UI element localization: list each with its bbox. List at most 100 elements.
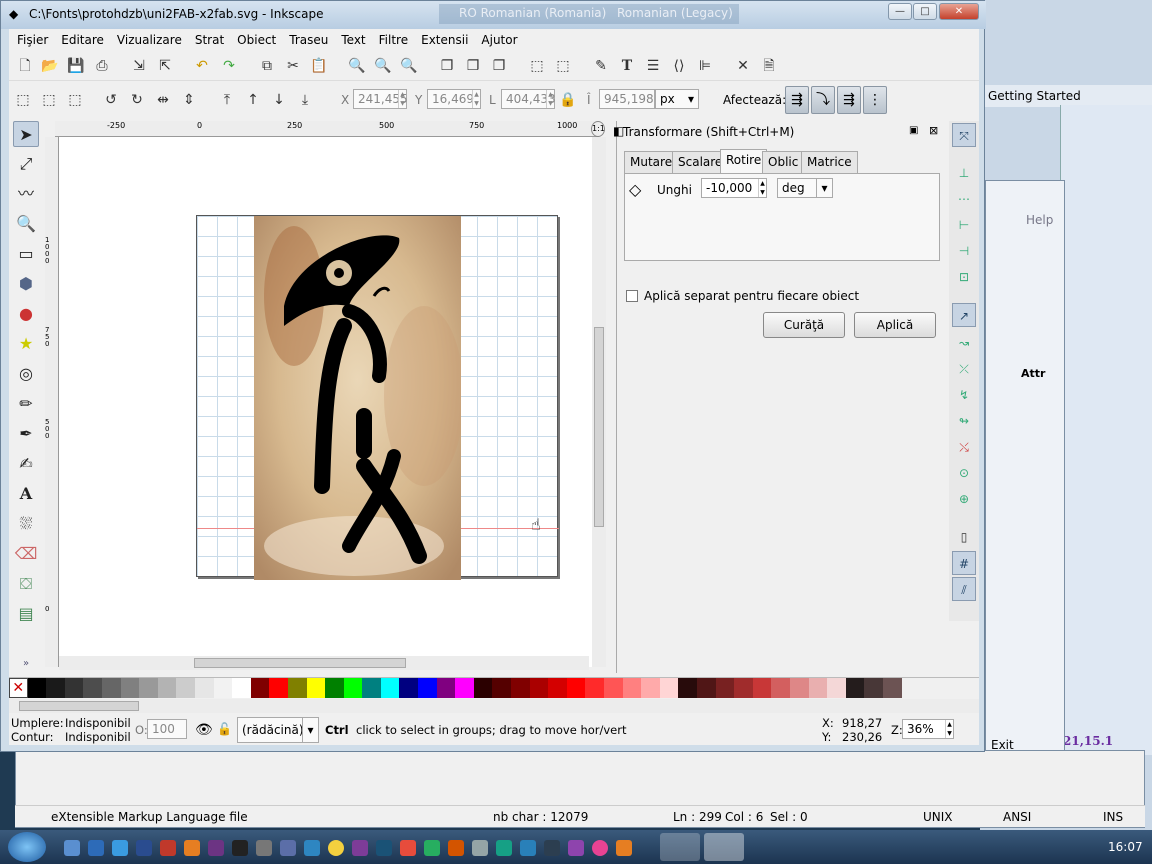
rotate-cw-icon[interactable]: ↻ <box>127 90 147 110</box>
lower-bottom-icon[interactable]: ⤓ <box>295 90 315 110</box>
language-bar[interactable]: RO Romanian (Romania) Romanian (Legacy) <box>439 4 739 24</box>
clone-icon[interactable]: ❐ <box>463 56 483 76</box>
color-swatch[interactable] <box>752 678 772 698</box>
angle-input[interactable]: -10,000 ▲ ▼ <box>701 178 767 198</box>
xml-editor-icon[interactable]: ⟨⟩ <box>669 56 689 76</box>
zoom-tool-icon[interactable]: 🔍 <box>13 211 39 237</box>
zoom-drawing-icon[interactable]: 🔍 <box>373 56 393 76</box>
lower-icon[interactable]: ↓ <box>269 90 289 110</box>
unlink-clone-icon[interactable]: ❐ <box>489 56 509 76</box>
color-swatch[interactable] <box>399 678 419 698</box>
star-tool-icon[interactable]: ★ <box>13 331 39 357</box>
color-swatch[interactable] <box>771 678 790 698</box>
color-swatch[interactable] <box>194 678 214 698</box>
color-swatch[interactable] <box>139 678 158 698</box>
app-icon[interactable] <box>568 840 584 856</box>
spiral-tool-icon[interactable]: ◎ <box>13 361 39 387</box>
unit-select[interactable]: px ▾ <box>655 89 699 109</box>
app-icon[interactable] <box>376 840 392 856</box>
color-swatch[interactable] <box>789 678 809 698</box>
color-swatch[interactable] <box>678 678 697 698</box>
layer-select[interactable]: (rădăcină) ▾ <box>237 717 319 743</box>
align-distribute-icon[interactable]: ⊫ <box>695 56 715 76</box>
cut-icon[interactable]: ✂ <box>283 56 303 76</box>
dialog-close-icon[interactable]: ⊠ <box>929 124 938 137</box>
eraser-tool-icon[interactable]: ⌫ <box>13 541 39 567</box>
snap-bbox-midpoint-icon[interactable]: ⊣ <box>952 239 976 263</box>
stone-glyph-image[interactable] <box>254 216 461 580</box>
color-swatch[interactable] <box>101 678 121 698</box>
color-swatch[interactable] <box>455 678 474 698</box>
duplicate-icon[interactable]: ❐ <box>437 56 457 76</box>
snap-rotation-center-icon[interactable]: ⊕ <box>952 487 976 511</box>
color-swatch[interactable] <box>566 678 586 698</box>
apply-separately-checkbox[interactable] <box>626 290 638 302</box>
maximize-button[interactable]: □ <box>913 3 937 20</box>
selector-tool-icon[interactable]: ➤ <box>13 121 39 147</box>
color-swatch[interactable] <box>827 678 846 698</box>
snap-bbox-icon[interactable]: ⊥ <box>952 161 976 185</box>
zoom-input[interactable]: 36% ▲ ▼ <box>902 719 954 739</box>
tab-move[interactable]: Mutare <box>624 151 679 173</box>
opacity-input[interactable]: 100 <box>147 719 187 739</box>
color-swatch[interactable] <box>343 678 363 698</box>
select-all-icon[interactable]: ⬚ <box>13 90 33 110</box>
color-swatch[interactable] <box>380 678 400 698</box>
paint-bucket-tool-icon[interactable]: ⛋ <box>13 571 39 597</box>
apply-button[interactable]: Aplică <box>854 312 936 338</box>
color-swatch[interactable] <box>492 678 512 698</box>
ellipse-tool-icon[interactable]: ● <box>13 301 39 327</box>
flip-horizontal-icon[interactable]: ⇹ <box>153 90 173 110</box>
rotate-ccw-icon[interactable]: ↺ <box>101 90 121 110</box>
color-swatch[interactable] <box>232 678 251 698</box>
color-swatch[interactable] <box>27 678 47 698</box>
app-icon[interactable] <box>472 840 488 856</box>
language-primary[interactable]: RO Romanian (Romania) <box>459 6 606 20</box>
help-label[interactable]: Help <box>1026 213 1053 227</box>
angle-spinner[interactable]: ▲ ▼ <box>758 179 766 197</box>
height-input[interactable]: 945,198 <box>599 89 655 109</box>
snap-bbox-corner-icon[interactable]: ⊢ <box>952 213 976 237</box>
zoom-page-icon[interactable]: 🔍 <box>399 56 419 76</box>
color-swatch[interactable] <box>473 678 493 698</box>
menu-view[interactable]: Vizualizare <box>117 33 182 47</box>
save-icon[interactable] <box>136 840 152 856</box>
flip-vertical-icon[interactable]: ⇕ <box>179 90 199 110</box>
open-icon[interactable]: 📂 <box>40 56 60 76</box>
menu-text[interactable]: Text <box>341 33 365 47</box>
snap-page-icon[interactable]: ▯ <box>952 525 976 549</box>
color-swatch[interactable] <box>604 678 623 698</box>
calligraphy-tool-icon[interactable]: ✍ <box>13 451 39 477</box>
redo-icon[interactable]: ↷ <box>219 56 239 76</box>
show-desktop-icon[interactable] <box>64 840 80 856</box>
new-document-icon[interactable]: 🗋 <box>15 56 35 76</box>
chrome-icon[interactable] <box>328 840 344 856</box>
scroll-thumb[interactable] <box>194 658 406 668</box>
color-swatch[interactable] <box>418 678 437 698</box>
app-icon[interactable] <box>520 840 536 856</box>
palette-scrollbar[interactable] <box>9 699 979 713</box>
copy-icon[interactable]: ⧉ <box>257 56 277 76</box>
more-tools-icon[interactable]: » <box>13 651 39 677</box>
app-icon[interactable] <box>496 840 512 856</box>
dock-icon[interactable]: ▣ <box>909 125 918 136</box>
app-icon[interactable] <box>400 840 416 856</box>
raise-icon[interactable]: ↑ <box>243 90 263 110</box>
menu-layer[interactable]: Strat <box>195 33 224 47</box>
snap-intersection-icon[interactable]: ⤫ <box>952 357 976 381</box>
transform-patterns-toggle[interactable]: ⋮ <box>863 86 887 114</box>
snap-midpoint-icon[interactable]: ⤯ <box>952 435 976 459</box>
internet-explorer-icon[interactable] <box>112 840 128 856</box>
scale-stroke-toggle[interactable]: ⇶ <box>785 86 809 114</box>
color-swatch[interactable] <box>157 678 177 698</box>
deselect-icon[interactable]: ⬚ <box>65 90 85 110</box>
tab-skew[interactable]: Oblic <box>762 151 805 173</box>
lock-icon[interactable]: 🔓 <box>217 722 232 736</box>
color-swatch[interactable] <box>64 678 84 698</box>
color-swatch[interactable] <box>362 678 381 698</box>
x-input[interactable]: 241,455 ▲ ▼ <box>353 89 408 109</box>
zoom-spinner[interactable]: ▲ ▼ <box>945 720 953 738</box>
document-properties-icon[interactable]: 🗎 <box>759 56 779 76</box>
no-paint-swatch[interactable]: ✕ <box>9 678 28 698</box>
menu-edit[interactable]: Editare <box>61 33 104 47</box>
